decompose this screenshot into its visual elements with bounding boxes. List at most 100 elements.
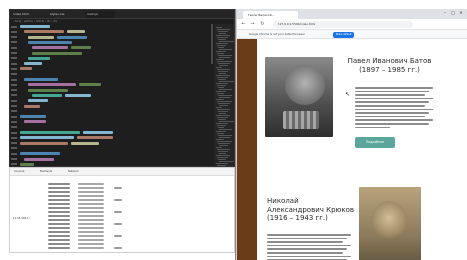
web-page[interactable]: Павел Иванович Батов (1897 – 1985 гг.) П… — [237, 39, 467, 260]
minimap-line — [217, 69, 230, 70]
code-token — [28, 56, 50, 60]
minimap-line — [216, 155, 230, 156]
table-cell — [48, 203, 70, 205]
minimap-line — [218, 71, 228, 72]
minimap-line — [216, 35, 230, 36]
bio-text-line — [355, 115, 425, 118]
editor-tab-bar: index.html styles.css main.js — [10, 10, 234, 19]
code-token — [71, 46, 91, 50]
table-cell — [78, 207, 104, 209]
minimap-line — [217, 141, 232, 142]
code-token — [32, 93, 62, 97]
code-token — [28, 35, 54, 39]
minimap-line — [217, 85, 226, 86]
bio-text-line — [355, 108, 433, 111]
hero-name-line: Николай — [267, 197, 299, 205]
browser-tab[interactable]: Герои Великой... — [243, 11, 298, 19]
code-area[interactable] — [20, 24, 208, 166]
minimap-line — [217, 157, 228, 158]
bio-text-line — [267, 237, 347, 240]
back-icon[interactable]: ← — [240, 21, 247, 28]
minimap-line — [219, 41, 234, 42]
minimap-line — [216, 75, 230, 76]
code-token — [32, 46, 68, 50]
minimap[interactable] — [214, 24, 234, 166]
table-cell — [48, 231, 70, 233]
table-cell — [114, 187, 122, 189]
line-number — [11, 99, 17, 102]
line-number — [11, 25, 17, 28]
reload-icon[interactable]: ↻ — [259, 21, 266, 28]
panel-tab[interactable]: Console — [14, 169, 24, 175]
minimap-line — [218, 47, 224, 48]
hero-name: Николай Александрович Крюков (1916 – 194… — [267, 197, 357, 223]
bio-text-line — [267, 248, 347, 250]
minimap-line — [216, 107, 222, 108]
line-number — [11, 120, 17, 123]
editor-tab-active[interactable]: main.js — [85, 11, 115, 18]
details-button[interactable]: Подробнее — [355, 137, 395, 148]
minimap-line — [216, 99, 224, 100]
code-token — [20, 115, 46, 119]
make-default-button[interactable]: Make default — [333, 31, 355, 38]
panel-tab[interactable]: Network — [68, 169, 79, 175]
minimap-line — [218, 95, 232, 96]
editor-scrollbar[interactable] — [211, 24, 213, 64]
code-token — [79, 83, 101, 87]
hero-portrait — [265, 57, 333, 137]
table-cell — [78, 247, 104, 249]
minimap-line — [218, 143, 230, 144]
panel-tab[interactable]: Elements — [40, 169, 52, 175]
minimap-line — [218, 135, 232, 136]
minimap-line — [219, 129, 232, 130]
code-editor-window: index.html styles.css main.js › body › s… — [9, 9, 235, 167]
minimap-line — [216, 43, 228, 44]
code-token — [24, 104, 40, 108]
hero-name-line: Александрович Крюков — [267, 205, 355, 214]
code-token — [20, 131, 80, 134]
line-number — [11, 46, 17, 49]
minimap-line — [219, 73, 226, 74]
minimap-line — [216, 123, 228, 124]
hero-card: Николай Александрович Крюков (1916 – 194… — [259, 177, 437, 260]
line-number — [11, 152, 17, 155]
table-row[interactable] — [44, 246, 144, 250]
minimap-line — [218, 79, 226, 80]
line-number — [11, 57, 17, 60]
code-token — [83, 131, 113, 134]
minimap-line — [217, 117, 228, 118]
code-token — [20, 25, 50, 28]
portrait-head — [371, 201, 407, 239]
minimap-line — [216, 115, 230, 116]
line-number — [11, 163, 17, 166]
minimap-line — [219, 137, 230, 138]
table-cell — [48, 247, 70, 249]
minimap-line — [216, 147, 222, 148]
minimap-line — [217, 133, 224, 134]
editor-tab[interactable]: index.html — [13, 11, 45, 18]
minimize-icon[interactable]: – — [442, 10, 448, 16]
address-bar[interactable]: 127.0.0.1:5500/index.html — [273, 21, 413, 28]
browser-tab-strip: Герои Великой... – □ ✕ — [237, 9, 467, 19]
forward-icon[interactable]: → — [249, 21, 256, 28]
hero-dates: (1916 – 1943 гг.) — [267, 214, 328, 222]
table-cell — [114, 235, 122, 237]
close-icon[interactable]: ✕ — [458, 10, 464, 16]
minimap-line — [218, 159, 226, 160]
bio-text-line — [355, 126, 391, 129]
code-token — [24, 62, 42, 66]
bio-text-line — [267, 244, 351, 247]
code-token — [28, 88, 68, 92]
code-token — [28, 99, 48, 103]
code-token — [28, 83, 76, 87]
minimap-line — [218, 55, 232, 56]
table-cell — [78, 227, 104, 229]
minimap-line — [218, 39, 226, 40]
editor-tab[interactable]: styles.css — [50, 11, 80, 18]
line-number — [11, 142, 17, 145]
minimap-line — [217, 125, 226, 126]
code-token — [65, 93, 91, 97]
maximize-icon[interactable]: □ — [450, 10, 456, 16]
table-cell — [48, 239, 70, 241]
notice-text: Google Chrome is not your default browse… — [249, 33, 305, 36]
